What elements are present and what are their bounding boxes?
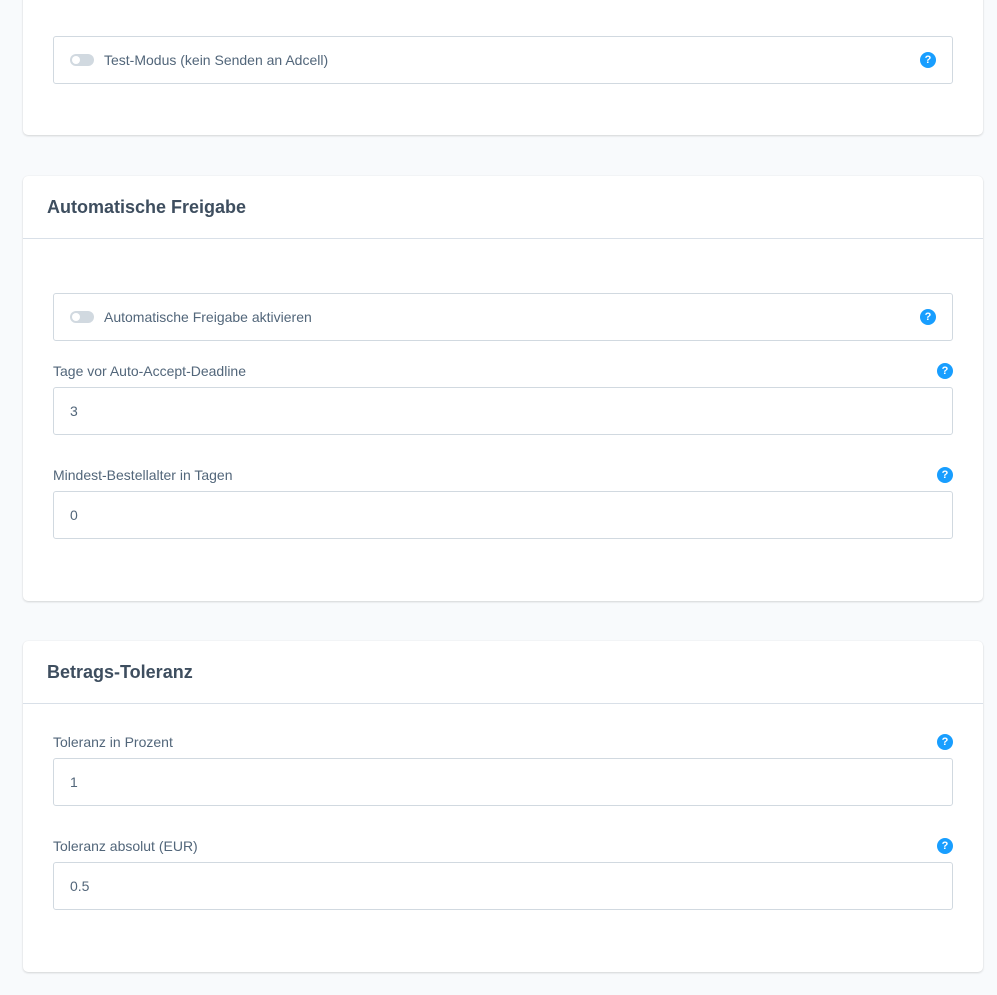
amount-tolerance-title: Betrags-Toleranz bbox=[47, 661, 193, 682]
auto-release-card: Automatische Freigabe Automatische Freig… bbox=[23, 176, 983, 601]
tolerance-absolute-label: Toleranz absolut (EUR) bbox=[53, 838, 198, 854]
help-question-icon[interactable]: ? bbox=[937, 838, 953, 854]
help-question-icon[interactable]: ? bbox=[937, 363, 953, 379]
tolerance-percent-input[interactable] bbox=[53, 758, 953, 806]
min-order-age-input[interactable] bbox=[53, 491, 953, 539]
amount-tolerance-card-header: Betrags-Toleranz bbox=[23, 641, 983, 704]
test-mode-switch-field: Test-Modus (kein Senden an Adcell) ? bbox=[53, 36, 953, 84]
tolerance-percent-label: Toleranz in Prozent bbox=[53, 734, 173, 750]
auto-release-card-header: Automatische Freigabe bbox=[23, 176, 983, 239]
test-mode-toggle[interactable] bbox=[70, 54, 94, 66]
test-mode-card: Test-Modus (kein Senden an Adcell) ? bbox=[23, 0, 983, 135]
help-question-icon[interactable]: ? bbox=[920, 309, 936, 325]
amount-tolerance-card: Betrags-Toleranz Toleranz in Prozent ? T… bbox=[23, 641, 983, 972]
test-mode-toggle-label: Test-Modus (kein Senden an Adcell) bbox=[104, 52, 329, 68]
auto-release-toggle-label: Automatische Freigabe aktivieren bbox=[104, 309, 312, 325]
tolerance-absolute-input[interactable] bbox=[53, 862, 953, 910]
auto-accept-days-input[interactable] bbox=[53, 387, 953, 435]
help-question-icon[interactable]: ? bbox=[937, 467, 953, 483]
auto-accept-days-label: Tage vor Auto-Accept-Deadline bbox=[53, 363, 246, 379]
help-question-icon[interactable]: ? bbox=[937, 734, 953, 750]
auto-release-toggle[interactable] bbox=[70, 311, 94, 323]
auto-release-switch-field: Automatische Freigabe aktivieren ? bbox=[53, 293, 953, 341]
help-question-icon[interactable]: ? bbox=[920, 52, 936, 68]
min-order-age-label: Mindest-Bestellalter in Tagen bbox=[53, 467, 233, 483]
auto-release-title: Automatische Freigabe bbox=[47, 196, 247, 217]
